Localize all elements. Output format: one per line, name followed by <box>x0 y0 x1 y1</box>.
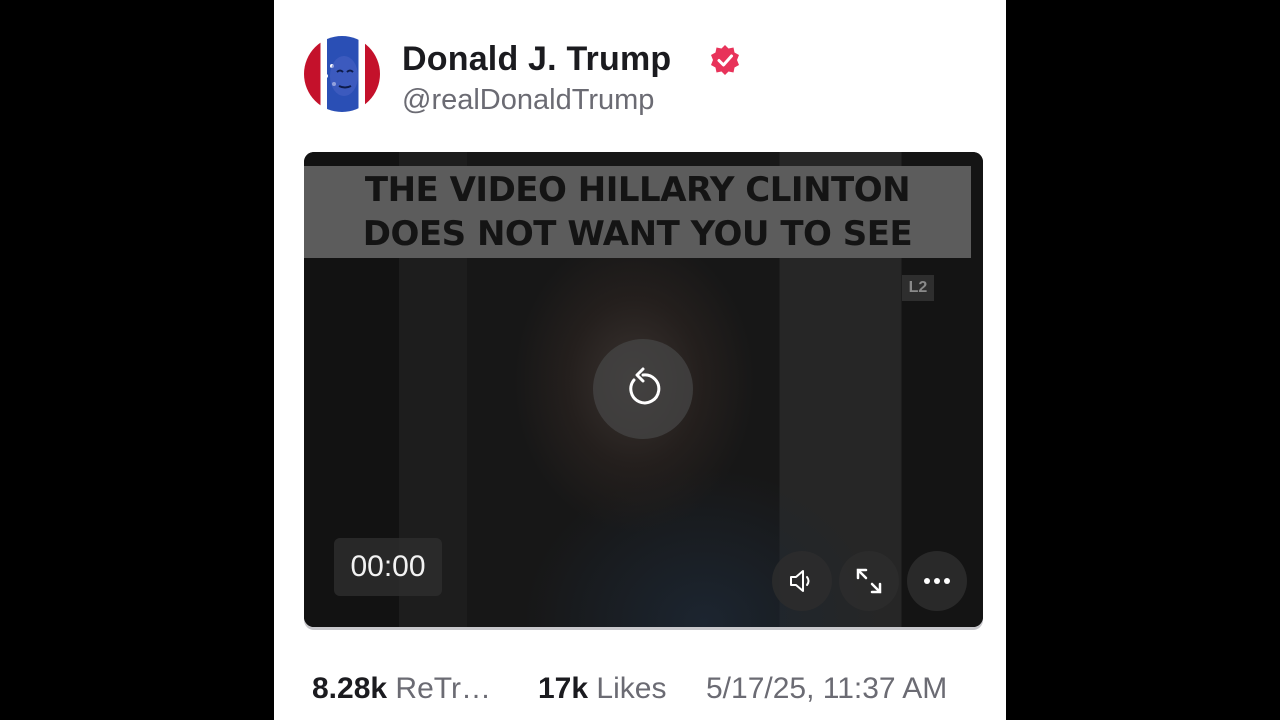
post-card: Donald J. Trump @realDonaldTrump THE VID… <box>274 0 1006 720</box>
likes-count: 17k <box>538 672 589 705</box>
likes-stat[interactable]: 17k Likes <box>538 672 666 706</box>
verified-badge-icon <box>711 45 739 75</box>
retruths-label: ReTr… <box>395 672 491 705</box>
fullscreen-icon <box>856 568 882 594</box>
more-options-button[interactable] <box>907 551 967 611</box>
author-handle[interactable]: @realDonaldTrump <box>402 84 654 117</box>
volume-icon <box>790 570 810 592</box>
video-caption-banner: THE VIDEO HILLARY CLINTON DOES NOT WANT … <box>304 166 971 258</box>
video-caption-line-2: DOES NOT WANT YOU TO SEE <box>362 214 913 254</box>
volume-button[interactable] <box>772 551 832 611</box>
more-options-icon <box>924 578 950 584</box>
video-time: 00:00 <box>334 538 442 596</box>
avatar[interactable] <box>304 36 380 112</box>
post-stats: 8.28k ReTr… 17k Likes 5/17/25, 11:37 AM <box>312 672 992 714</box>
retruths-stat[interactable]: 8.28k ReTr… <box>312 672 491 706</box>
replay-icon <box>629 367 661 405</box>
likes-label: Likes <box>596 672 667 705</box>
video-player[interactable]: THE VIDEO HILLARY CLINTON DOES NOT WANT … <box>304 152 983 627</box>
post-timestamp: 5/17/25, 11:37 AM <box>706 672 948 705</box>
retruths-count: 8.28k <box>312 672 388 705</box>
fullscreen-button[interactable] <box>839 551 899 611</box>
video-caption-line-1: THE VIDEO HILLARY CLINTON <box>364 170 911 210</box>
avatar-portrait-icon <box>322 56 358 96</box>
author-name[interactable]: Donald J. Trump <box>402 40 671 79</box>
replay-button[interactable] <box>593 339 693 439</box>
channel-logo: L2 <box>902 275 934 301</box>
